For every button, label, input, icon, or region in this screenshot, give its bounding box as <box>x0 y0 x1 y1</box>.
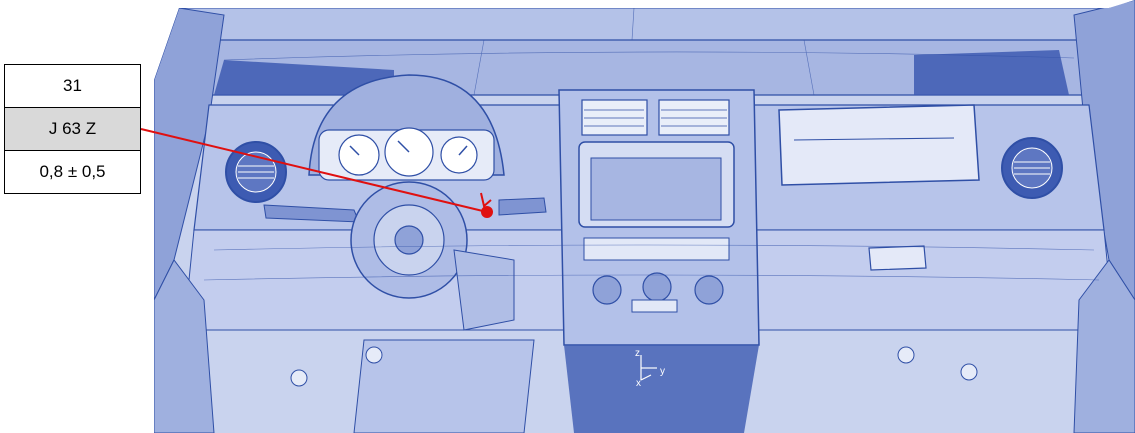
callout-number: 31 <box>5 65 140 108</box>
axis-x-label: x <box>636 378 641 389</box>
callout-tolerance: 0,8 ± 0,5 <box>39 162 106 181</box>
callout-table: 31 J 63 Z 0,8 ± 0,5 <box>4 64 141 194</box>
dashboard-wireframe-illustration: z y x <box>154 0 1135 433</box>
axis-y-label: y <box>660 366 665 377</box>
axis-z-label: z <box>635 348 640 359</box>
callout-code: J 63 Z <box>5 108 140 151</box>
